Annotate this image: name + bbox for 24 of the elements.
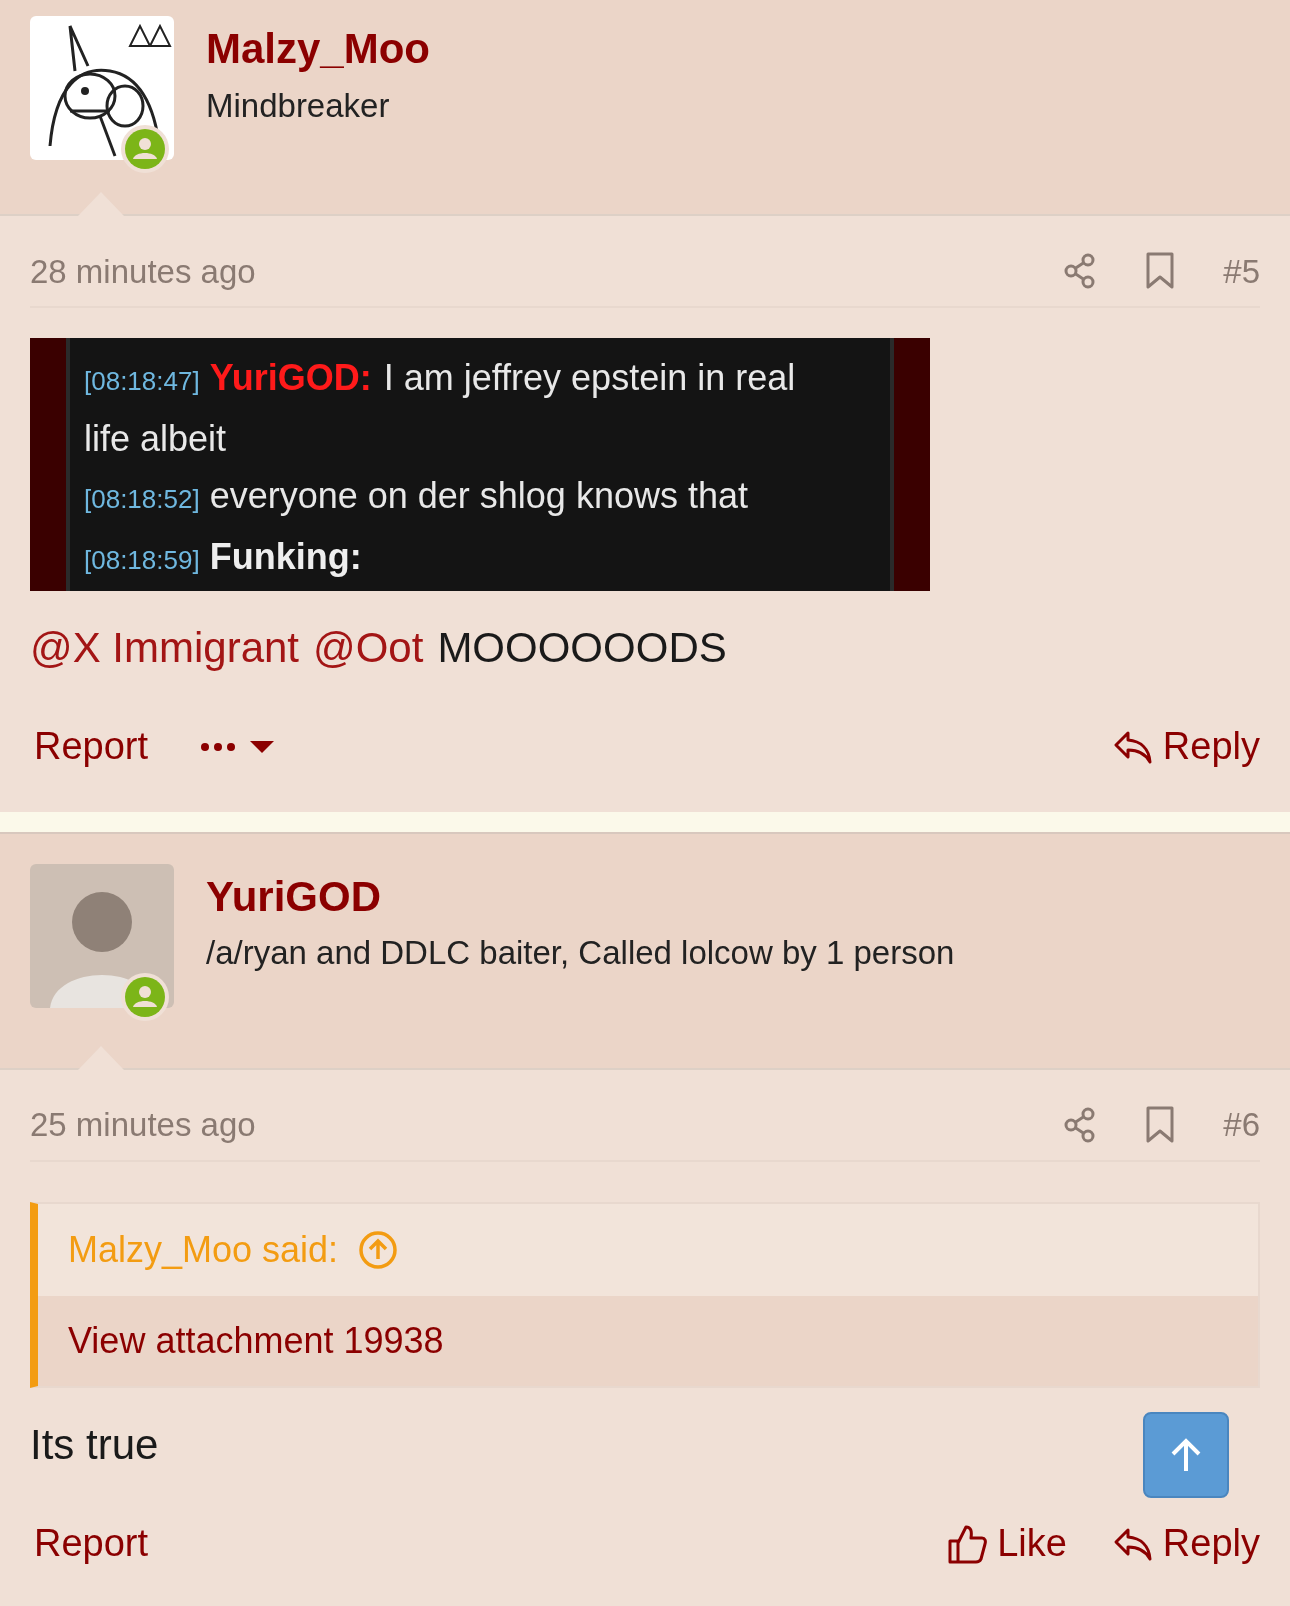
- reply-button[interactable]: Reply: [1112, 1515, 1260, 1573]
- message-text: Its true: [30, 1419, 159, 1470]
- chat-line: [08:18:52] everyone on der shlog knows that: [84, 474, 749, 518]
- message-text: MOOOOOODS: [437, 623, 727, 673]
- arrow-up-circle-icon[interactable]: [358, 1229, 399, 1270]
- chat-screenshot[interactable]: [08:18:47] YuriGOD: I am jeffrey epstein in real life albeit [08:18:52] everyone on der shlog knows that [08:18:59] Funking:: [30, 338, 930, 591]
- like-button[interactable]: Like: [947, 1515, 1067, 1573]
- user-title: Mindbreaker: [206, 85, 391, 126]
- mention-link[interactable]: @Oot: [313, 619, 424, 678]
- chat-line: life albeit: [84, 417, 228, 461]
- scroll-top-button[interactable]: [1143, 1412, 1229, 1498]
- username-link[interactable]: Malzy_Moo: [206, 22, 431, 77]
- avatar-icon: [30, 863, 174, 1008]
- user-title: /a/ryan and DDLC baiter, Called lolcow by 1 person: [206, 933, 955, 974]
- bookmark-icon[interactable]: [1145, 252, 1176, 291]
- chat-line: [08:18:47] YuriGOD: I am jeffrey epstein in real: [84, 356, 797, 400]
- reply-button[interactable]: Reply: [1112, 718, 1260, 776]
- report-link[interactable]: Report: [34, 1515, 149, 1573]
- mention-link[interactable]: @X Immigrant: [30, 619, 300, 678]
- report-link[interactable]: Report: [34, 718, 149, 776]
- chat-line: [08:18:59] Funking:: [84, 535, 363, 579]
- username-link[interactable]: YuriGOD: [206, 869, 955, 925]
- bookmark-icon[interactable]: [1145, 1106, 1176, 1145]
- attachment-link[interactable]: View attachment 19938: [68, 1313, 444, 1368]
